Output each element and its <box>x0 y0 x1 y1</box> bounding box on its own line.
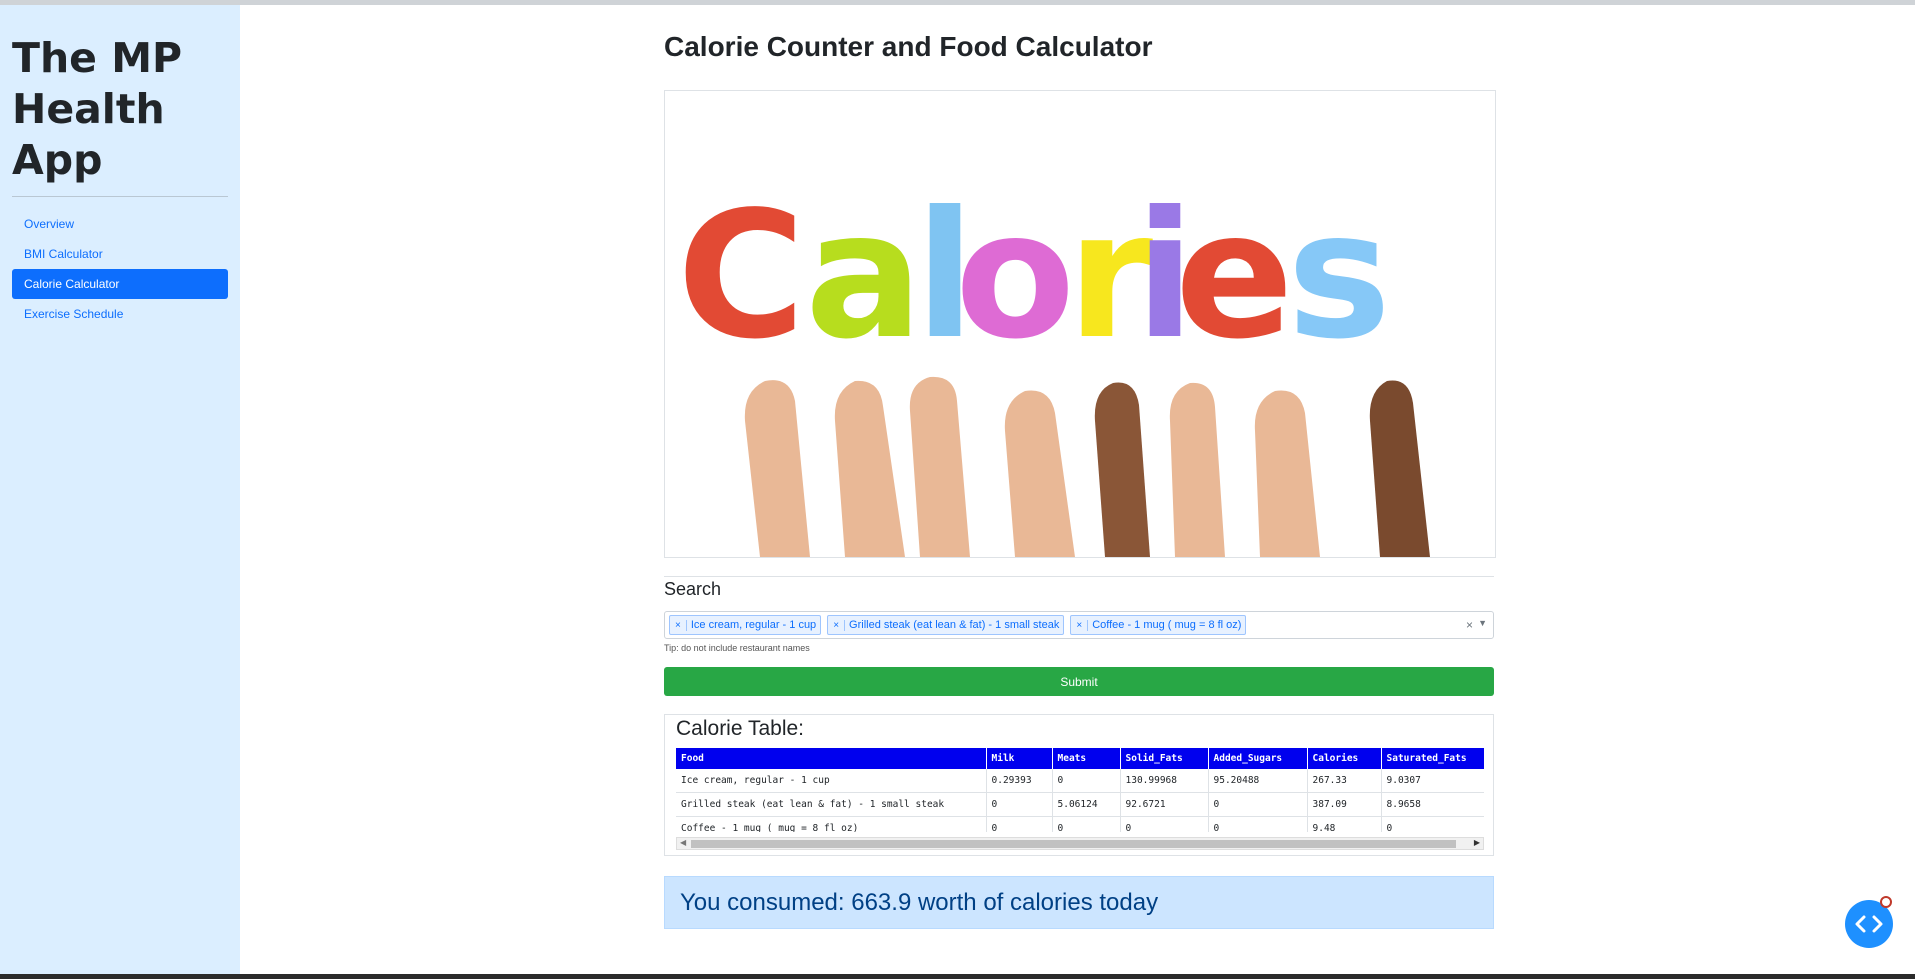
remove-chip-icon[interactable]: × <box>670 619 687 631</box>
column-header-milk[interactable]: Milk <box>986 748 1053 769</box>
remove-chip-icon[interactable]: × <box>828 619 846 631</box>
table-cell: 0 <box>1381 816 1484 832</box>
calorie-table-scroll[interactable]: Food Milk Meats Solid_Fats Added_Sugars … <box>676 748 1484 832</box>
column-header-solid-fats[interactable]: Solid_Fats <box>1120 748 1209 769</box>
table-header-row: Food Milk Meats Solid_Fats Added_Sugars … <box>676 748 1484 769</box>
calories-consumed-alert: You consumed: 663.9 worth of calories to… <box>664 876 1494 929</box>
sidebar: The MP Health App Overview BMI Calculato… <box>0 5 240 974</box>
hero-letter: s <box>1287 175 1391 378</box>
submit-button[interactable]: Submit <box>664 667 1494 696</box>
table-cell: 0 <box>1208 792 1308 817</box>
table-cell: 92.6721 <box>1120 792 1209 817</box>
table-cell: Grilled steak (eat lean & fat) - 1 small… <box>676 792 987 817</box>
hero-letter: o <box>955 175 1075 378</box>
hero-letters: Calories <box>677 175 1391 378</box>
table-cell: 0 <box>1120 816 1209 832</box>
sidebar-divider <box>12 196 228 197</box>
table-horizontal-scrollbar[interactable]: ◀ ▶ <box>676 837 1484 850</box>
calories-illustration: Calories <box>677 175 1430 557</box>
search-section: Search × Ice cream, regular - 1 cup × Gr… <box>664 576 1494 696</box>
search-tip: Tip: do not include restaurant names <box>664 643 810 653</box>
chevron-down-icon[interactable]: ▼ <box>1478 618 1487 628</box>
table-cell: 8.9658 <box>1381 792 1484 817</box>
column-header-added-sugars[interactable]: Added_Sugars <box>1208 748 1308 769</box>
selected-food-chip: × Coffee - 1 mug ( mug = 8 fl oz) <box>1070 615 1247 635</box>
table-row: Coffee - 1 mug ( mug = 8 fl oz) 0 0 0 0 … <box>676 816 1484 832</box>
scrollbar-thumb[interactable] <box>691 840 1456 848</box>
sidebar-item-bmi-calculator[interactable]: BMI Calculator <box>12 239 228 269</box>
sidebar-nav: Overview BMI Calculator Calorie Calculat… <box>12 209 228 329</box>
table-cell: 0 <box>1052 769 1121 793</box>
table-cell: 387.09 <box>1307 792 1382 817</box>
sidebar-item-overview[interactable]: Overview <box>12 209 228 239</box>
table-cell: 9.0307 <box>1381 769 1484 793</box>
calorie-table-card: Calorie Table: Food Milk Meats Solid_Fat… <box>664 714 1494 856</box>
sidebar-item-exercise-schedule[interactable]: Exercise Schedule <box>12 299 228 329</box>
scroll-left-icon[interactable]: ◀ <box>680 838 686 847</box>
sidebar-item-calorie-calculator[interactable]: Calorie Calculator <box>12 269 228 299</box>
table-cell: 95.20488 <box>1208 769 1308 793</box>
chip-label: Grilled steak (eat lean & fat) - 1 small… <box>849 619 1060 631</box>
hero-letter: a <box>805 175 923 378</box>
selected-food-chip: × Ice cream, regular - 1 cup <box>669 615 822 635</box>
search-label: Search <box>664 579 722 599</box>
food-multiselect[interactable]: × Ice cream, regular - 1 cup × Grilled s… <box>664 611 1494 639</box>
hero-letter: e <box>1175 175 1294 378</box>
calorie-table-title: Calorie Table: <box>676 717 805 740</box>
column-header-saturated-fats[interactable]: Saturated_Fats <box>1381 748 1484 769</box>
notification-badge-icon <box>1880 896 1892 908</box>
browser-top-edge <box>0 0 1915 5</box>
table-cell: 5.06124 <box>1052 792 1121 817</box>
table-cell: 0 <box>986 792 1053 817</box>
chip-label: Coffee - 1 mug ( mug = 8 fl oz) <box>1092 619 1242 631</box>
chip-label: Ice cream, regular - 1 cup <box>690 619 817 631</box>
scroll-right-icon[interactable]: ▶ <box>1474 838 1480 847</box>
code-brackets-icon <box>1855 915 1883 933</box>
table-cell: 267.33 <box>1307 769 1382 793</box>
table-cell: 0 <box>1052 816 1121 832</box>
column-header-calories[interactable]: Calories <box>1307 748 1382 769</box>
table-cell: 0 <box>1208 816 1308 832</box>
table-cell: 0 <box>986 816 1053 832</box>
remove-chip-icon[interactable]: × <box>1071 619 1089 631</box>
table-row: Grilled steak (eat lean & fat) - 1 small… <box>676 792 1484 817</box>
column-header-meats[interactable]: Meats <box>1052 748 1121 769</box>
hero-letter: C <box>677 175 805 378</box>
table-cell: 0.29393 <box>986 769 1053 793</box>
table-cell: Coffee - 1 mug ( mug = 8 fl oz) <box>676 816 987 832</box>
app-brand: The MP Health App <box>12 34 183 184</box>
table-cell: Ice cream, regular - 1 cup <box>676 769 987 793</box>
raised-hands <box>744 376 1430 557</box>
page-title: Calorie Counter and Food Calculator <box>664 31 1153 62</box>
calories-hero-image: Calories <box>664 90 1496 558</box>
calorie-table: Food Milk Meats Solid_Fats Added_Sugars … <box>676 748 1484 832</box>
taskbar-edge <box>0 974 1915 979</box>
table-cell: 9.48 <box>1307 816 1382 832</box>
clear-all-icon[interactable]: × <box>1466 618 1473 632</box>
table-cell: 130.99968 <box>1120 769 1209 793</box>
column-header-food[interactable]: Food <box>676 748 987 769</box>
selected-food-chip: × Grilled steak (eat lean & fat) - 1 sma… <box>827 615 1065 635</box>
table-row: Ice cream, regular - 1 cup 0.29393 0 130… <box>676 769 1484 793</box>
